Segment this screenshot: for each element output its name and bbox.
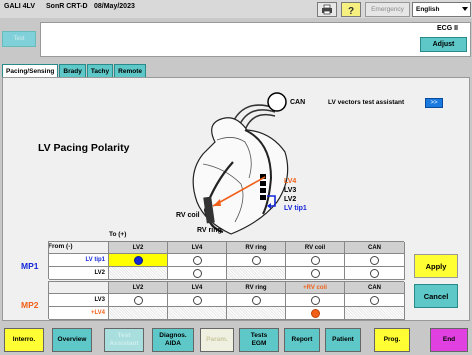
mp1-row-lv-tip1: LV tip1: [49, 254, 109, 267]
language-select[interactable]: English: [412, 2, 471, 17]
mp2-cell-disabled: [227, 307, 286, 320]
tab-bar: Pacing/Sensing Brady Tachy Remote: [2, 64, 147, 78]
lv2-label: LV2: [284, 196, 297, 203]
mp1-col-can: CAN: [345, 242, 405, 254]
test-assistant-button[interactable]: Test Assistant: [104, 328, 144, 352]
overview-button[interactable]: Overview: [52, 328, 92, 352]
mp1-table: LV2 LV4 RV ring RV coil CAN LV tip1 LV2: [48, 241, 405, 280]
chevron-down-icon: [462, 7, 468, 11]
help-icon: ?: [348, 6, 354, 16]
radio[interactable]: [370, 255, 379, 265]
patient-name: GALI 4LV: [4, 3, 35, 10]
mp1-label: MP1: [21, 261, 39, 271]
radio[interactable]: [192, 295, 202, 305]
mp1-cell[interactable]: [109, 254, 168, 267]
prog-button[interactable]: Prog.: [374, 328, 410, 352]
test-button[interactable]: Test: [2, 31, 36, 47]
adjust-button[interactable]: Adjust: [420, 37, 467, 52]
device-model: SonR CRT-D: [46, 3, 88, 10]
page-title: LV Pacing Polarity: [38, 142, 130, 154]
mp2-cell[interactable]: [345, 294, 405, 307]
mp2-cell[interactable]: [286, 307, 345, 320]
end-button[interactable]: End: [430, 328, 468, 352]
mp2-col-lv2: LV2: [109, 282, 168, 294]
can-label: CAN: [290, 99, 306, 106]
mp1-cell-disabled: [109, 267, 168, 280]
param-button[interactable]: Param.: [200, 328, 234, 352]
mp2-cell[interactable]: [168, 294, 227, 307]
ecg-lead-label: ECG II: [437, 25, 459, 32]
report-button[interactable]: Report: [284, 328, 320, 352]
cancel-button[interactable]: Cancel: [414, 284, 458, 308]
mp2-cell-disabled: [109, 307, 168, 320]
to-label: To (+): [109, 231, 127, 238]
tab-tachy[interactable]: Tachy: [86, 64, 114, 78]
diagnos-aida-button[interactable]: Diagnos. AIDA: [152, 328, 194, 352]
print-button[interactable]: [317, 2, 337, 17]
mp1-cell[interactable]: [227, 254, 286, 267]
radio[interactable]: [133, 295, 143, 305]
mp2-row-lv3: LV3: [49, 294, 109, 307]
mp2-col-lv4: LV4: [168, 282, 227, 294]
mp1-cell[interactable]: [345, 254, 405, 267]
radio[interactable]: [310, 255, 320, 265]
lv-vectors-label: LV vectors test assistant: [328, 99, 405, 106]
patient-button[interactable]: Patient: [325, 328, 361, 352]
can-icon: [267, 92, 287, 112]
mp2-label: MP2: [21, 300, 39, 310]
tab-pacing-sensing[interactable]: Pacing/Sensing: [2, 64, 59, 78]
mp1-corner: [49, 242, 109, 254]
radio-selected[interactable]: [133, 255, 143, 265]
mp1-cell[interactable]: [286, 254, 345, 267]
mp1-cell[interactable]: [345, 267, 405, 280]
svg-text:?: ?: [348, 6, 354, 16]
radio[interactable]: [192, 255, 202, 265]
tab-brady[interactable]: Brady: [59, 64, 86, 78]
mp2-cell[interactable]: [109, 294, 168, 307]
interro-button[interactable]: Interro.: [4, 328, 44, 352]
rv-coil-label: RV coil: [176, 212, 200, 219]
rv-ring-label: RV ring: [197, 227, 222, 234]
mp1-col-lv4: LV4: [168, 242, 227, 254]
emergency-button[interactable]: Emergency: [365, 2, 410, 17]
mp2-corner: [49, 282, 109, 294]
mp2-col-rv-ring: RV ring: [227, 282, 286, 294]
mp2-cell-disabled: [345, 307, 405, 320]
tests-egm-button[interactable]: Tests EGM: [239, 328, 279, 352]
mp1-cell[interactable]: [286, 267, 345, 280]
mp1-col-lv2: LV2: [109, 242, 168, 254]
language-value: English: [416, 6, 440, 13]
radio[interactable]: [251, 295, 261, 305]
mp1-cell[interactable]: [168, 267, 227, 280]
lv3-label: LV3: [284, 187, 297, 194]
session-date: 08/May/2023: [94, 3, 135, 10]
lv-vectors-button[interactable]: >>: [425, 98, 443, 108]
radio[interactable]: [310, 295, 320, 305]
radio[interactable]: [370, 268, 379, 278]
lv-tip1-label: LV tip1: [284, 205, 307, 212]
tab-remote[interactable]: Remote: [114, 64, 146, 78]
mp1-cell-disabled: [227, 267, 286, 280]
mp2-cell[interactable]: [227, 294, 286, 307]
mp1-row-lv2: LV2: [49, 267, 109, 280]
radio[interactable]: [370, 295, 379, 305]
radio[interactable]: [310, 268, 320, 278]
mp2-table: LV2 LV4 RV ring +RV coil CAN LV3 +LV4: [48, 281, 405, 320]
radio[interactable]: [192, 268, 202, 278]
mp1-col-rv-ring: RV ring: [227, 242, 286, 254]
mp2-cell[interactable]: [286, 294, 345, 307]
mp2-cell-disabled: [168, 307, 227, 320]
mp2-row-lv4: +LV4: [49, 307, 109, 320]
printer-icon: [322, 4, 332, 15]
radio[interactable]: [251, 255, 261, 265]
mp2-col-rv-coil: +RV coil: [286, 282, 345, 294]
radio-selected[interactable]: [310, 308, 320, 318]
mp2-col-can: CAN: [345, 282, 405, 294]
help-button[interactable]: ?: [341, 2, 361, 17]
apply-button[interactable]: Apply: [414, 254, 458, 278]
mp1-cell[interactable]: [168, 254, 227, 267]
ecg-panel: [40, 22, 471, 57]
lv4-label: LV4: [284, 178, 297, 185]
mp1-col-rv-coil: RV coil: [286, 242, 345, 254]
